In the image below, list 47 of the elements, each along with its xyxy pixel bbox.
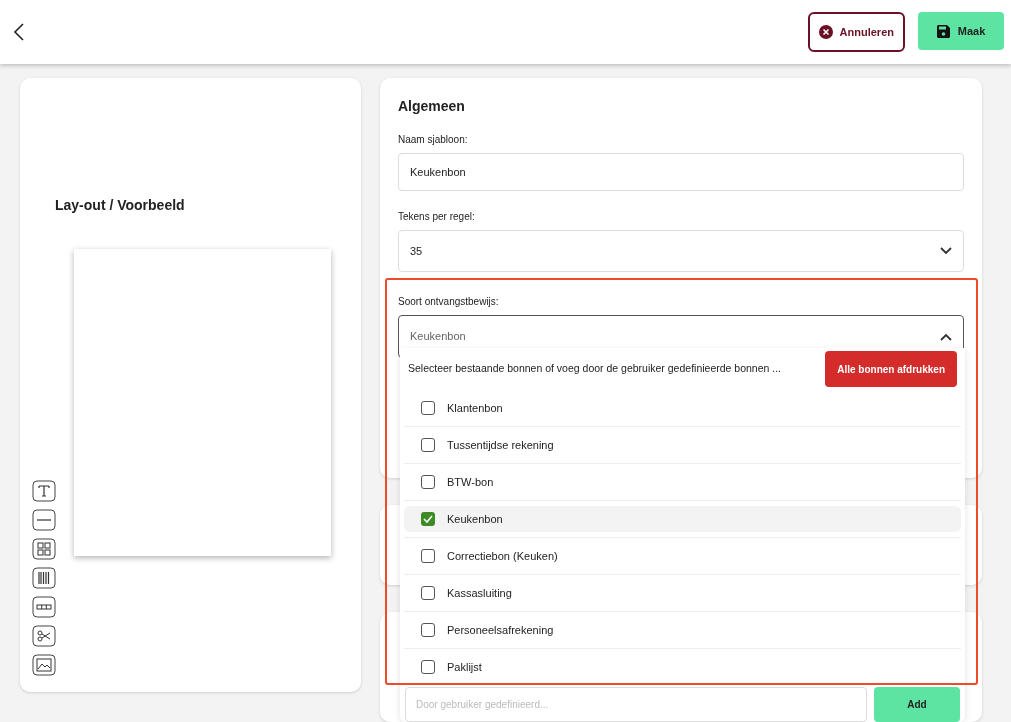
checkbox[interactable] [421,586,435,600]
scissors-icon[interactable] [32,625,56,647]
make-button[interactable]: Maak [918,12,1004,50]
cancel-button[interactable]: Annuleren [807,12,905,52]
checkbox[interactable] [421,512,435,526]
option-label: BTW-bon [447,474,494,490]
template-name-field[interactable]: Keukenbon [398,153,964,191]
barcode-icon[interactable] [32,567,56,589]
checkbox[interactable] [421,401,435,415]
chevron-up-icon [940,332,952,341]
chars-per-line-select[interactable]: 35 [398,230,964,272]
field-label: Naam sjabloon: [398,133,469,147]
section-title: Algemeen [398,97,466,116]
preview-title: Lay-out / Voorbeeld [55,196,185,215]
receipt-option[interactable]: Kassasluiting [404,580,961,606]
save-icon [936,24,950,38]
checkbox[interactable] [421,475,435,489]
field-label: Soort ontvangstbewijs: [398,295,500,309]
field-label: Tekens per regel: [398,210,476,224]
back-icon[interactable] [12,23,26,41]
print-all-button[interactable]: Alle bonnen afdrukken [825,351,957,387]
text-tool-icon[interactable] [32,480,56,502]
receipt-option[interactable]: Klantenbon [404,395,961,421]
line-tool-icon[interactable] [32,509,56,531]
option-label: Paklijst [447,659,482,675]
option-label: Correctiebon (Keuken) [447,548,558,564]
checkbox[interactable] [421,438,435,452]
option-label: Klantenbon [447,400,503,416]
option-label: Personeelsafrekening [447,622,554,638]
add-button[interactable]: Add [874,687,960,722]
receipt-option[interactable]: BTW-bon [404,469,961,495]
columns-icon[interactable] [32,596,56,618]
image-icon[interactable] [32,654,56,676]
receipt-option[interactable]: Tussentijdse rekening [404,432,961,458]
dropdown-hint: Selecteer bestaande bonnen of voeg door de gebruiker gedefinieerde bonnen ... [408,361,782,377]
option-label: Tussentijdse rekening [447,437,554,453]
option-label: Keukenbon [447,511,503,527]
receipt-option[interactable]: Personeelsafrekening [404,617,961,643]
close-icon [818,25,833,39]
checkbox[interactable] [421,549,435,563]
receipt-option[interactable]: Keukenbon [404,506,961,532]
checkbox[interactable] [421,660,435,674]
checkbox[interactable] [421,623,435,637]
receipt-option[interactable]: Correctiebon (Keuken) [404,543,961,569]
option-label: Kassasluiting [447,585,512,601]
receipt-option[interactable]: Paklijst [404,654,961,680]
chevron-down-icon [940,247,952,255]
